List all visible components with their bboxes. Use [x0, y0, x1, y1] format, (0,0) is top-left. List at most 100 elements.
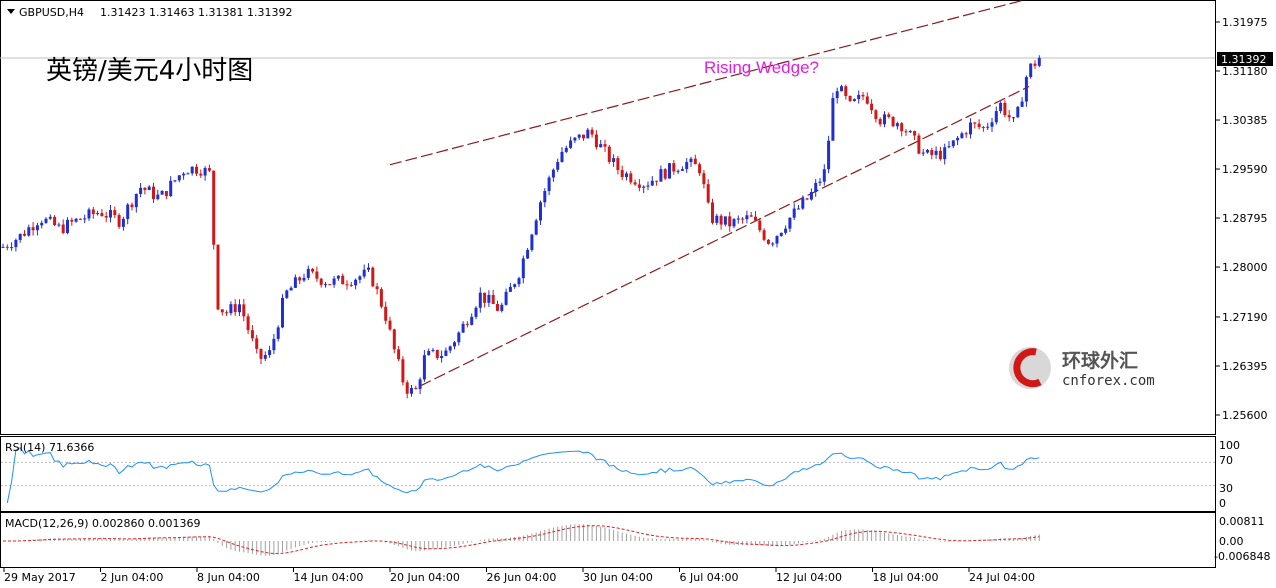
candle-body: [328, 284, 332, 286]
rsi-panel: [0, 436, 1216, 512]
candle-body: [569, 140, 573, 148]
candle-body: [216, 244, 220, 310]
watermark-cn: 环球外汇: [1062, 349, 1138, 372]
candle-body: [345, 284, 349, 286]
candle-body: [659, 169, 663, 182]
candle-body: [766, 239, 770, 244]
candle-body: [547, 177, 551, 192]
candle-body: [521, 258, 525, 279]
candle-body: [276, 327, 280, 339]
candle-body: [620, 170, 624, 178]
candle-body: [891, 116, 895, 127]
candle-body: [48, 216, 52, 219]
candle-body: [186, 173, 190, 175]
candle-body: [143, 187, 147, 191]
candle-body: [121, 218, 125, 227]
candle-body: [754, 216, 757, 221]
candle-body: [405, 382, 409, 394]
candle-body: [719, 215, 723, 225]
candle-body: [349, 284, 353, 286]
candle-body: [895, 123, 899, 127]
candle-body: [367, 267, 370, 270]
symbol-label: GBPUSD,H4: [19, 6, 84, 19]
candle-body: [207, 168, 211, 171]
price-tick-label: 1.31975: [1222, 16, 1268, 29]
candle-body: [680, 169, 684, 171]
candle-body: [934, 150, 938, 155]
candle-body: [461, 323, 465, 333]
price-tick-label: 1.28000: [1222, 261, 1268, 274]
candle-body: [883, 114, 886, 125]
candle-body: [689, 158, 693, 163]
candle-body: [926, 149, 929, 153]
candle-body: [685, 162, 689, 170]
candle-body: [779, 232, 783, 236]
candle-body: [577, 134, 581, 138]
candle-body: [27, 227, 31, 236]
candle-body: [745, 215, 749, 220]
candle-body: [844, 86, 848, 96]
rsi-tick-100: 100: [1219, 439, 1240, 452]
candle-body: [603, 144, 607, 147]
candle-body: [865, 96, 869, 104]
candle-body: [83, 218, 87, 220]
candle-body: [160, 191, 164, 195]
candle-body: [182, 173, 186, 176]
candle-body: [930, 149, 934, 155]
candle-body: [702, 173, 706, 185]
candle-body: [31, 227, 35, 231]
candle-body: [612, 158, 616, 162]
candle-body: [453, 342, 456, 347]
candle-body: [835, 91, 839, 99]
price-tick-label: 1.30385: [1222, 114, 1268, 127]
candle-body: [285, 290, 289, 298]
time-tick-label: 8 Jun 04:00: [197, 571, 260, 584]
candle-body: [311, 268, 315, 272]
candle-body: [293, 277, 297, 288]
candle-body: [625, 173, 628, 178]
candle-body: [195, 166, 198, 174]
candle-body: [586, 129, 590, 139]
candle-body: [388, 320, 392, 330]
candle-body: [152, 186, 155, 200]
candle-body: [788, 217, 792, 229]
candle-body: [53, 216, 57, 226]
candle-body: [78, 218, 82, 220]
candle-body: [504, 291, 508, 305]
candle-body: [431, 349, 435, 351]
candle-body: [173, 180, 177, 182]
candle-body: [242, 304, 246, 317]
candle-body: [272, 338, 276, 351]
candle-body: [440, 355, 444, 359]
candle-body: [530, 234, 534, 250]
candle-body: [457, 332, 461, 343]
candle-body: [164, 191, 168, 197]
candle-body: [418, 379, 422, 389]
candle-body: [560, 151, 564, 162]
candle-body: [10, 247, 14, 249]
candle-body: [947, 146, 951, 148]
candle-body: [298, 277, 302, 281]
candle-body: [70, 219, 74, 222]
candle-body: [44, 218, 48, 223]
candle-body: [87, 209, 91, 219]
rsi-tick-70: 70: [1219, 454, 1233, 467]
current-price-value: 1.31392: [1221, 53, 1267, 66]
candle-body: [599, 144, 603, 148]
candle-body: [306, 268, 310, 278]
candle-body: [444, 350, 448, 356]
candle-body: [736, 218, 740, 220]
candle-body: [887, 114, 891, 117]
candle-body: [229, 304, 233, 314]
candle-body: [410, 387, 413, 394]
candle-body: [414, 387, 418, 389]
candle-body: [319, 278, 323, 285]
candle-body: [113, 210, 117, 216]
candle-body: [427, 350, 431, 356]
candle-body: [66, 219, 69, 233]
candle-body: [981, 127, 985, 129]
candle-body: [551, 169, 555, 178]
candle-body: [564, 147, 568, 152]
candle-body: [969, 122, 972, 135]
candle-body: [723, 216, 727, 225]
